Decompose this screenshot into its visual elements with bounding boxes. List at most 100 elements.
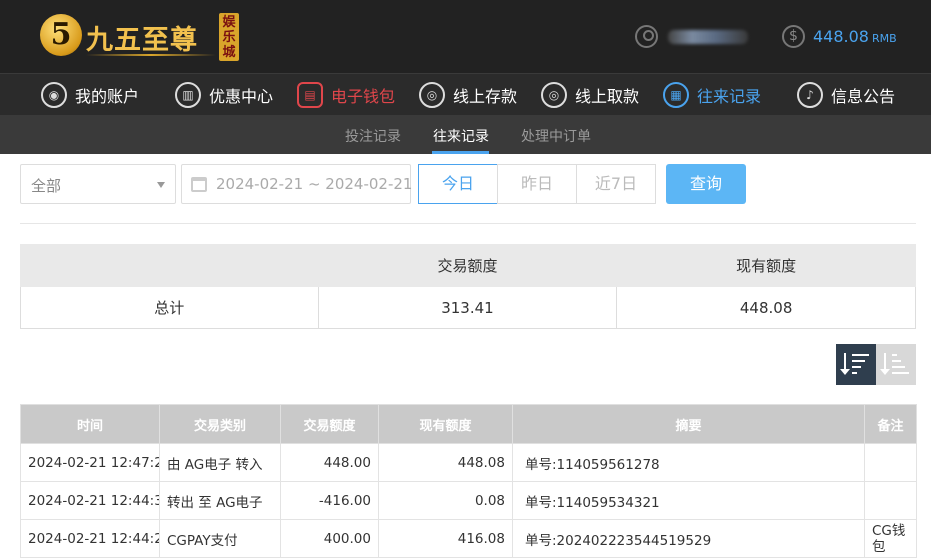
cell-time: 2024-02-21 12:44:31 (20, 481, 160, 520)
nav-promotions[interactable]: ▥ 优惠中心 (175, 81, 273, 109)
summary-row: 总计 313.41 448.08 (20, 286, 916, 329)
quick-yesterday-button[interactable]: 昨日 (497, 164, 577, 204)
quick-7days-button[interactable]: 近7日 (576, 164, 656, 204)
nav-label: 电子钱包 (331, 87, 396, 106)
sort-bar (892, 354, 897, 356)
nav-label: 线上存款 (453, 87, 518, 106)
sub-nav: 投注记录 往来记录 处理中订单 (0, 115, 931, 154)
col-header-balance[interactable]: 现有额度 (378, 404, 513, 444)
col-header-time[interactable]: 时间 (20, 404, 160, 444)
cell-note: CG钱包 (864, 519, 917, 558)
records-icon: ▦ (663, 82, 689, 108)
cell-amount: -416.00 (280, 481, 379, 520)
nav-my-account[interactable]: ◉ 我的账户 (41, 81, 139, 109)
gift-icon: ▥ (175, 82, 201, 108)
cell-time: 2024-02-21 12:47:29 (20, 443, 160, 482)
summary-header-row: 交易额度 现有额度 (20, 244, 916, 287)
type-select[interactable]: 全部 (20, 164, 176, 204)
logo-ornament (86, 54, 216, 56)
col-header-summary[interactable]: 摘要 (512, 404, 865, 444)
cell-time: 2024-02-21 12:44:21 (20, 519, 160, 558)
records-header-row: 时间 交易类别 交易额度 现有额度 摘要 备注 (20, 404, 917, 444)
site-logo[interactable]: 5 九五至尊 娱乐城 (38, 10, 243, 65)
cell-summary: 单号:114059561278 (512, 443, 865, 482)
cell-type: CGPAY支付 (159, 519, 281, 558)
main-nav: ◉ 我的账户 ▥ 优惠中心 ▤ 电子钱包 ◎ 线上存款 ◎ 线上取款 ▦ 往来记… (0, 73, 931, 115)
summary-header-transaction: 交易额度 (317, 244, 618, 287)
balance-unit: RMB (871, 32, 897, 45)
cell-type: 转出 至 AG电子 (159, 481, 281, 520)
sort-bar (852, 366, 861, 368)
type-select-value: 全部 (31, 177, 62, 195)
nav-deposit[interactable]: ◎ 线上存款 (419, 81, 517, 109)
sort-bar (892, 366, 905, 368)
query-button[interactable]: 查询 (666, 164, 746, 204)
cell-balance: 416.08 (378, 519, 513, 558)
nav-label: 优惠中心 (209, 87, 274, 106)
cell-note (864, 481, 917, 520)
cell-amount: 400.00 (280, 519, 379, 558)
nav-records[interactable]: ▦ 往来记录 (663, 81, 761, 109)
logo-text: 九五至尊 (86, 25, 198, 56)
records-table: 时间 交易类别 交易额度 现有额度 摘要 备注 2024-02-21 12:47… (20, 404, 917, 558)
summary-current-balance: 448.08 (616, 286, 916, 329)
cell-amount: 448.00 (280, 443, 379, 482)
calendar-icon (191, 177, 207, 192)
wallet-icon: ▤ (297, 82, 323, 108)
subtab-transaction-records[interactable]: 往来记录 (433, 126, 489, 146)
coin-icon: $ (782, 25, 805, 48)
sort-bar (892, 372, 909, 374)
logo-emblem: 5 (40, 14, 82, 56)
deposit-icon: ◎ (419, 82, 445, 108)
subtab-bet-records[interactable]: 投注记录 (345, 126, 401, 146)
bell-icon: ♪ (797, 82, 823, 108)
logo-badge: 娱乐城 (219, 13, 239, 61)
cell-balance: 448.08 (378, 443, 513, 482)
nav-label: 信息公告 (831, 87, 896, 106)
summary-header-empty (20, 244, 319, 287)
nav-announcements[interactable]: ♪ 信息公告 (797, 81, 895, 109)
nav-withdraw[interactable]: ◎ 线上取款 (541, 81, 639, 109)
nav-label: 往来记录 (697, 87, 762, 106)
table-row: 2024-02-21 12:47:29 由 AG电子 转入 448.00 448… (20, 443, 917, 482)
cell-summary: 单号:202402223544519529 (512, 519, 865, 558)
chevron-down-icon (157, 182, 165, 188)
sort-desc-icon (840, 353, 850, 375)
cell-balance: 0.08 (378, 481, 513, 520)
nav-label: 线上取款 (575, 87, 640, 106)
col-header-note[interactable]: 备注 (864, 404, 917, 444)
divider (20, 223, 916, 224)
date-range-input[interactable]: 2024-02-21 ~ 2024-02-21 (181, 164, 413, 204)
table-row: 2024-02-21 12:44:31 转出 至 AG电子 -416.00 0.… (20, 481, 917, 520)
nav-label: 我的账户 (75, 87, 140, 106)
sort-bar (852, 360, 865, 362)
cell-type: 由 AG电子 转入 (159, 443, 281, 482)
withdraw-icon: ◎ (541, 82, 567, 108)
active-tab-indicator (432, 151, 489, 154)
col-header-amount[interactable]: 交易额度 (280, 404, 379, 444)
table-row: 2024-02-21 12:44:21 CGPAY支付 400.00 416.0… (20, 519, 917, 558)
sort-asc-icon (880, 353, 890, 375)
sort-bar (852, 354, 869, 356)
sort-bar (892, 360, 901, 362)
summary-table: 交易额度 现有额度 总计 313.41 448.08 (20, 244, 916, 329)
username-redacted (668, 30, 748, 44)
sort-asc-button[interactable] (876, 344, 916, 385)
cell-note (864, 443, 917, 482)
nav-wallet[interactable]: ▤ 电子钱包 (297, 81, 395, 109)
col-header-type[interactable]: 交易类别 (159, 404, 281, 444)
summary-row-label: 总计 (20, 286, 319, 329)
subtab-pending-orders[interactable]: 处理中订单 (521, 126, 591, 146)
header-balance: 448.08 RMB (813, 27, 897, 46)
balance-amount: 448.08 (813, 27, 869, 46)
summary-transaction-total: 313.41 (317, 286, 618, 329)
sort-desc-button[interactable] (836, 344, 876, 385)
date-range-value: 2024-02-21 ~ 2024-02-21 (216, 175, 413, 193)
user-icon[interactable] (635, 25, 658, 48)
summary-header-current: 现有额度 (616, 244, 916, 287)
user-icon: ◉ (41, 82, 67, 108)
top-bar: 5 九五至尊 娱乐城 $ 448.08 RMB (0, 0, 931, 73)
sort-bar (852, 372, 857, 374)
cell-summary: 单号:114059534321 (512, 481, 865, 520)
quick-today-button[interactable]: 今日 (418, 164, 498, 204)
